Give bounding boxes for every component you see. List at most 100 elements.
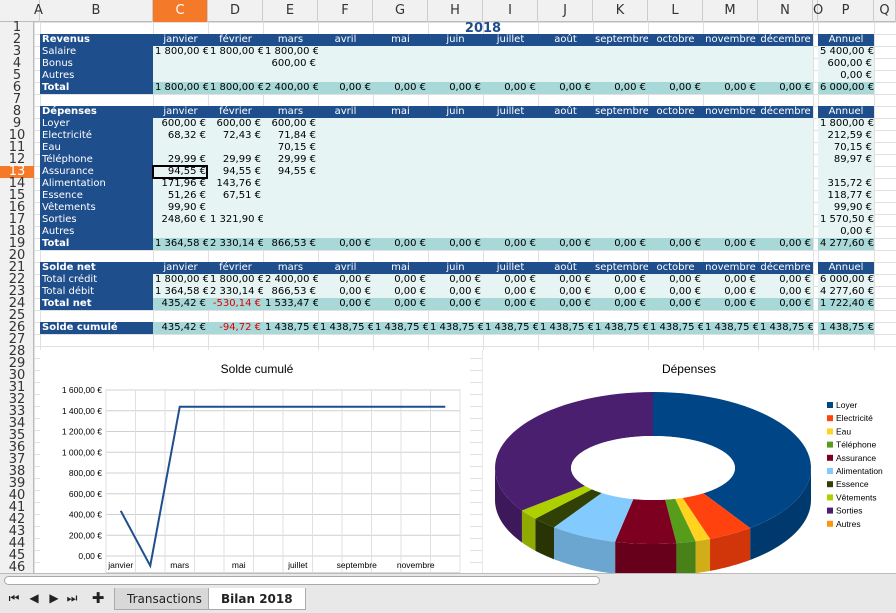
month-header[interactable]: mars [263,34,318,46]
value-cell[interactable] [153,142,208,154]
cumulative-value[interactable]: 1 438,75 € [483,322,538,334]
value-cell[interactable] [483,154,538,166]
cumulative-value[interactable]: 1 438,75 € [593,322,648,334]
value-cell[interactable] [483,130,538,142]
value-cell[interactable]: 94,55 € [263,166,318,178]
value-cell[interactable] [373,142,428,154]
value-cell[interactable] [318,202,373,214]
value-cell[interactable] [648,70,703,82]
value-cell[interactable]: 0,00 € [483,286,538,298]
total-value[interactable]: 2 330,14 € [208,238,263,250]
month-header[interactable]: octobre [648,106,703,118]
value-cell[interactable]: 29,99 € [263,154,318,166]
month-header[interactable]: novembre [703,106,758,118]
value-cell[interactable] [373,130,428,142]
value-cell[interactable]: 0,00 € [758,286,813,298]
annual-value[interactable]: 70,15 € [818,142,874,154]
cumulative-value[interactable]: 1 438,75 € [538,322,593,334]
cumulative-value[interactable]: 1 438,75 € [318,322,373,334]
value-cell[interactable]: 0,00 € [758,274,813,286]
value-cell[interactable] [318,154,373,166]
value-cell[interactable] [703,118,758,130]
cumulative-value[interactable]: -94,72 € [208,322,263,334]
month-header[interactable]: novembre [703,34,758,46]
value-cell[interactable] [703,154,758,166]
annual-value[interactable]: 1 570,50 € [818,214,874,226]
value-cell[interactable] [648,190,703,202]
row-label[interactable]: Téléphone [40,154,153,166]
total-annual[interactable]: 1 722,40 € [818,298,874,310]
value-cell[interactable] [593,118,648,130]
value-cell[interactable] [153,70,208,82]
month-header[interactable]: octobre [648,34,703,46]
value-cell[interactable] [373,214,428,226]
value-cell[interactable] [428,46,483,58]
month-header[interactable]: septembre [593,34,648,46]
total-value[interactable]: 0,00 € [648,238,703,250]
value-cell[interactable] [428,130,483,142]
value-cell[interactable] [208,58,263,70]
annual-value[interactable]: 1 800,00 € [818,118,874,130]
value-cell[interactable] [263,190,318,202]
cumulative-value[interactable]: 1 438,75 € [648,322,703,334]
cumulative-value[interactable]: 435,42 € [153,322,208,334]
value-cell[interactable] [703,178,758,190]
value-cell[interactable] [758,166,813,178]
month-header[interactable]: mai [373,262,428,274]
row-label[interactable]: Total débit [40,286,153,298]
value-cell[interactable] [483,118,538,130]
value-cell[interactable] [648,142,703,154]
value-cell[interactable] [538,130,593,142]
annual-value[interactable]: 0,00 € [818,70,874,82]
value-cell[interactable] [758,190,813,202]
value-cell[interactable] [483,142,538,154]
value-cell[interactable] [648,202,703,214]
month-header[interactable]: août [538,262,593,274]
total-value[interactable]: 0,00 € [428,82,483,94]
value-cell[interactable] [318,226,373,238]
value-cell[interactable]: 1 800,00 € [263,46,318,58]
value-cell[interactable] [703,166,758,178]
total-value[interactable]: 0,00 € [593,238,648,250]
value-cell[interactable] [483,202,538,214]
column-header-e[interactable]: E [263,0,318,22]
month-header[interactable]: juin [428,262,483,274]
total-value[interactable]: 0,00 € [373,82,428,94]
cumulative-label[interactable]: Solde cumulé [40,322,153,334]
value-cell[interactable]: 67,51 € [208,190,263,202]
value-cell[interactable]: 0,00 € [538,274,593,286]
total-value[interactable]: 0,00 € [703,238,758,250]
value-cell[interactable] [483,190,538,202]
row-label[interactable]: Bonus [40,58,153,70]
value-cell[interactable] [318,58,373,70]
annual-value[interactable]: 6 000,00 € [818,274,874,286]
value-cell[interactable] [483,58,538,70]
total-value[interactable]: 0,00 € [758,298,813,310]
value-cell[interactable] [373,70,428,82]
value-cell[interactable]: 1 364,58 € [153,286,208,298]
value-cell[interactable] [593,178,648,190]
value-cell[interactable] [428,214,483,226]
value-cell[interactable] [538,226,593,238]
value-cell[interactable]: 0,00 € [593,286,648,298]
annual-value[interactable]: 4 277,60 € [818,286,874,298]
cumulative-value[interactable]: 1 438,75 € [758,322,813,334]
value-cell[interactable] [593,58,648,70]
value-cell[interactable] [538,154,593,166]
annual-value[interactable] [818,166,874,178]
value-cell[interactable] [703,214,758,226]
value-cell[interactable] [593,142,648,154]
section-title[interactable]: Solde net [40,262,153,274]
value-cell[interactable] [593,166,648,178]
column-header-j[interactable]: J [538,0,593,22]
value-cell[interactable] [758,70,813,82]
annual-value[interactable]: 89,97 € [818,154,874,166]
month-header[interactable]: septembre [593,262,648,274]
value-cell[interactable] [703,202,758,214]
value-cell[interactable]: 51,26 € [153,190,208,202]
month-header[interactable]: avril [318,262,373,274]
total-value[interactable]: -530,14 € [208,298,263,310]
total-value[interactable]: 1 533,47 € [263,298,318,310]
value-cell[interactable] [538,46,593,58]
value-cell[interactable] [318,178,373,190]
